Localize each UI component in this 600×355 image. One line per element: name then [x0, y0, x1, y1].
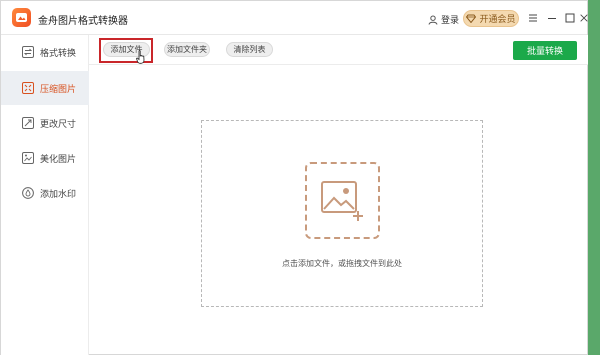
sidebar-item-format-convert[interactable]: 格式转换 — [1, 35, 89, 69]
convert-icon — [22, 46, 34, 58]
maximize-icon[interactable] — [564, 12, 576, 24]
user-icon — [428, 15, 438, 25]
login-button[interactable]: 登录 — [428, 13, 459, 26]
sidebar-item-label: 格式转换 — [40, 48, 77, 59]
sidebar-item-beautify[interactable]: 美化图片 — [1, 141, 89, 175]
watermark-icon — [22, 187, 34, 199]
vip-button[interactable]: 开通会员 — [463, 10, 519, 27]
close-icon[interactable] — [579, 12, 589, 24]
vip-label: 开通会员 — [479, 15, 516, 25]
sidebar-item-resize[interactable]: 更改尺寸 — [1, 106, 89, 140]
file-drop-zone[interactable]: 点击添加文件，或拖拽文件到此处 — [201, 120, 483, 307]
title-bar: 金舟图片格式转换器 登录 开通会员 — [1, 1, 589, 35]
app-logo — [12, 8, 31, 27]
batch-convert-button[interactable]: 批量转换 — [513, 41, 577, 60]
toolbar: 添加文件 添加文件夹 清除列表 批量转换 — [89, 35, 588, 65]
beautify-icon — [22, 152, 34, 164]
sidebar-item-label: 添加水印 — [40, 189, 77, 200]
app-window: 金舟图片格式转换器 登录 开通会员 格式转换 压缩图片 更改尺寸 美化图片 添加… — [0, 0, 588, 355]
sidebar-item-label: 美化图片 — [40, 154, 77, 165]
resize-icon — [22, 117, 34, 129]
hand-cursor-icon — [136, 50, 145, 64]
clear-list-button[interactable]: 清除列表 — [226, 42, 273, 57]
sidebar-item-label: 更改尺寸 — [40, 119, 77, 130]
sidebar-item-compress[interactable]: 压缩图片 — [1, 71, 89, 105]
add-image-icon[interactable] — [305, 162, 380, 239]
minimize-icon[interactable] — [546, 12, 558, 24]
diamond-icon — [466, 14, 477, 23]
login-label: 登录 — [441, 16, 460, 26]
menu-icon[interactable] — [527, 12, 539, 24]
sidebar-item-watermark[interactable]: 添加水印 — [1, 176, 89, 210]
add-folder-button[interactable]: 添加文件夹 — [164, 42, 210, 57]
app-title: 金舟图片格式转换器 — [38, 16, 128, 27]
sidebar-item-label: 压缩图片 — [40, 84, 77, 95]
drop-zone-hint: 点击添加文件，或拖拽文件到此处 — [282, 259, 402, 268]
sidebar: 格式转换 压缩图片 更改尺寸 美化图片 添加水印 — [1, 35, 89, 355]
compress-icon — [22, 82, 34, 94]
